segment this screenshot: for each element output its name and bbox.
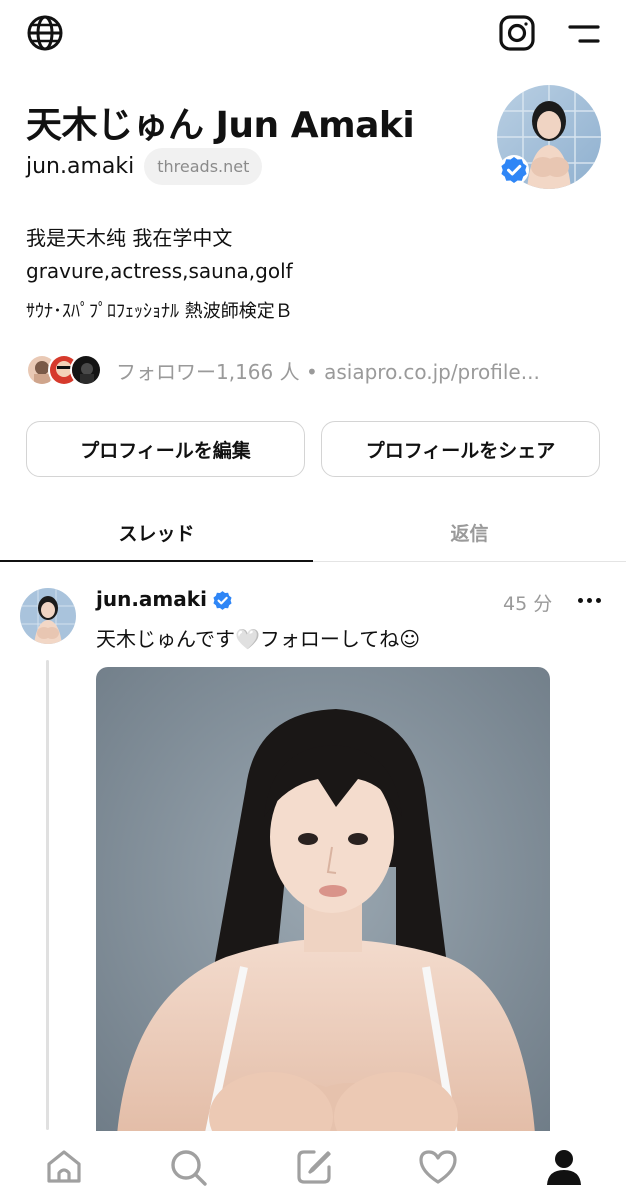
post-author-avatar[interactable] <box>20 588 76 644</box>
profile-icon[interactable] <box>542 1145 586 1189</box>
post-timestamp: 45 分 <box>503 593 553 615</box>
profile-handle: jun.amaki <box>26 154 135 179</box>
verified-badge-icon <box>498 154 530 186</box>
bottom-navigation <box>0 1131 626 1200</box>
active-tab-indicator <box>0 560 313 562</box>
edit-profile-button[interactable]: プロフィールを編集 <box>26 421 305 477</box>
post-photo[interactable] <box>96 667 550 1147</box>
bio-line-2: gravure,actress,sauna,golf <box>26 259 293 283</box>
heart-icon[interactable] <box>416 1145 460 1189</box>
tab-replies[interactable]: 返信 <box>313 502 626 562</box>
follower-avatars <box>26 352 104 388</box>
follower-avatar <box>70 354 102 386</box>
profile-tabs: スレッド 返信 <box>0 502 626 562</box>
home-icon[interactable] <box>42 1145 86 1189</box>
post-author-handle[interactable]: jun.amaki <box>96 587 207 611</box>
bio-line-1: 我是天木纯 我在学中文 <box>26 226 233 250</box>
compose-icon[interactable] <box>292 1145 336 1189</box>
search-icon[interactable] <box>166 1145 210 1189</box>
globe-icon[interactable] <box>24 12 66 54</box>
threads-domain-chip[interactable]: threads.net <box>144 148 263 185</box>
more-options-icon[interactable] <box>574 589 604 611</box>
verified-badge-icon <box>211 589 234 612</box>
tab-threads[interactable]: スレッド <box>0 502 313 562</box>
post-text: 天木じゅんです🤍フォローしてね☺ <box>96 627 421 651</box>
instagram-icon[interactable] <box>496 12 538 54</box>
followers-count-link[interactable]: フォロワー1,166 人 • asiapro.co.jp/profile... <box>116 356 540 385</box>
handle-row: jun.amaki threads.net <box>26 148 263 185</box>
share-profile-button[interactable]: プロフィールをシェア <box>321 421 600 477</box>
bio-line-3: ｻｳﾅ･ｽﾊﾟﾌﾟﾛﾌｪｯｼｮﾅﾙ 熱波師検定Ｂ <box>26 301 293 322</box>
menu-icon[interactable] <box>562 14 606 54</box>
profile-name: 天木じゅん Jun Amaki <box>26 105 415 146</box>
followers-row[interactable]: フォロワー1,166 人 • asiapro.co.jp/profile... <box>26 352 540 388</box>
top-bar <box>0 0 626 66</box>
thread-connector-line <box>46 660 49 1130</box>
